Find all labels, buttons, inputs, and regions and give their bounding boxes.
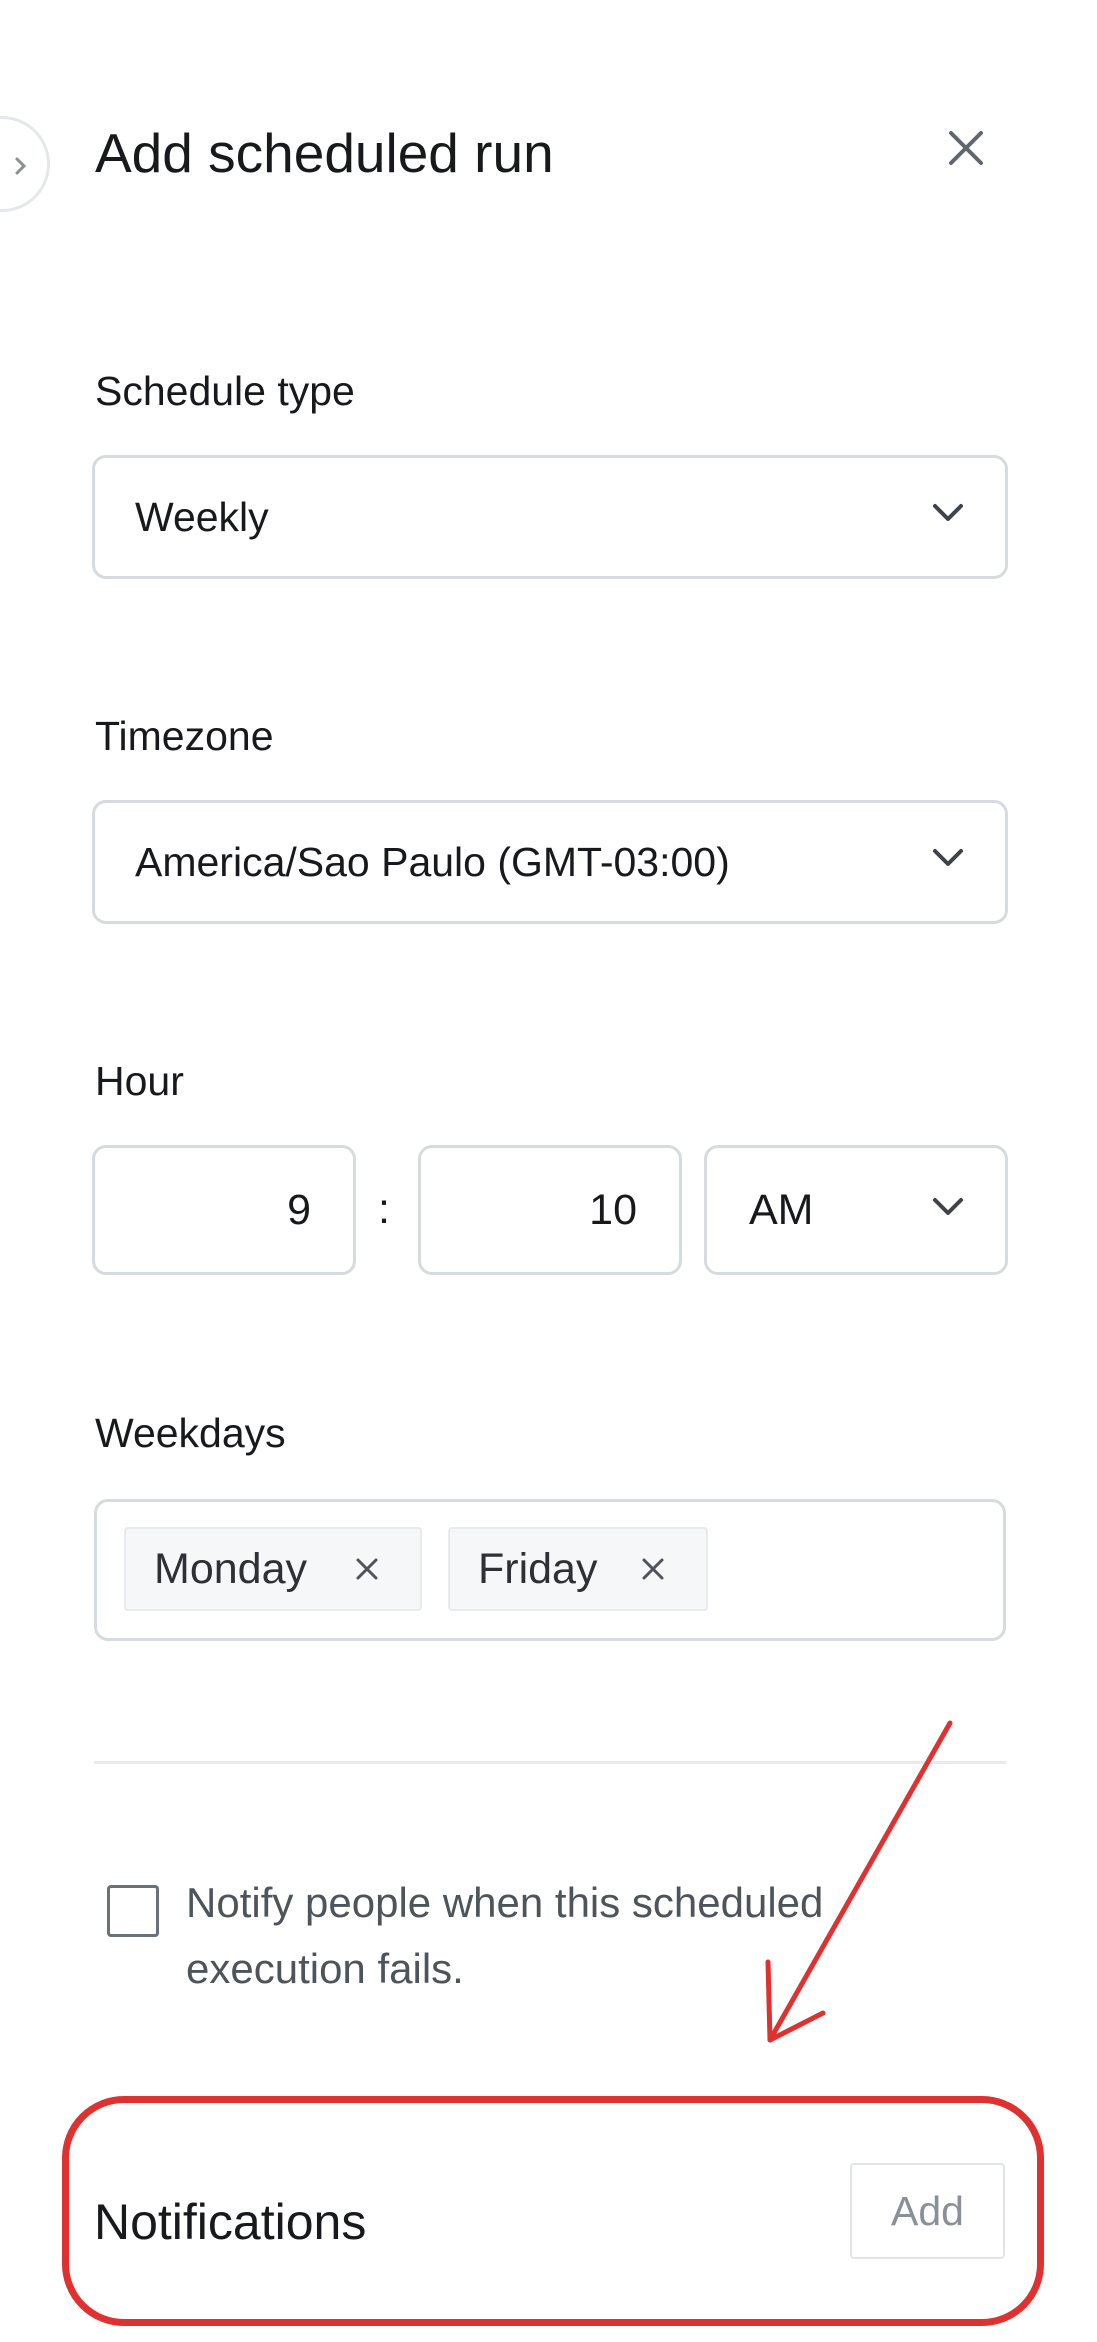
schedule-type-label: Schedule type bbox=[95, 368, 355, 414]
hour-label: Hour bbox=[95, 1058, 184, 1104]
chevron-down-icon bbox=[933, 849, 963, 866]
chevron-down-icon bbox=[933, 1198, 963, 1215]
close-button[interactable] bbox=[936, 118, 996, 178]
period-select[interactable]: AM bbox=[704, 1145, 1008, 1275]
weekdays-label: Weekdays bbox=[95, 1410, 286, 1456]
weekday-chip-monday: Monday bbox=[124, 1527, 422, 1611]
minute-value: 10 bbox=[589, 1186, 637, 1234]
timezone-select[interactable]: America/Sao Paulo (GMT-03:00) bbox=[92, 800, 1008, 924]
schedule-type-select[interactable]: Weekly bbox=[92, 455, 1008, 579]
minute-input[interactable]: 10 bbox=[418, 1145, 682, 1275]
timezone-value: America/Sao Paulo (GMT-03:00) bbox=[135, 839, 730, 885]
section-divider bbox=[94, 1761, 1006, 1764]
chip-label: Friday bbox=[478, 1545, 598, 1593]
period-value: AM bbox=[749, 1186, 814, 1234]
remove-chip-icon[interactable] bbox=[640, 1556, 666, 1582]
panel-title: Add scheduled run bbox=[95, 122, 554, 184]
notify-on-failure-label: Notify people when this scheduled execut… bbox=[186, 1879, 824, 1992]
schedule-type-value: Weekly bbox=[135, 494, 269, 540]
weekday-chip-friday: Friday bbox=[448, 1527, 708, 1611]
collapse-panel-button[interactable] bbox=[0, 116, 50, 212]
close-icon bbox=[949, 131, 983, 165]
hour-value: 9 bbox=[287, 1186, 311, 1234]
annotation-highlight-box bbox=[62, 2096, 1044, 2326]
notify-on-failure-checkbox[interactable] bbox=[107, 1885, 159, 1937]
chip-label: Monday bbox=[154, 1545, 307, 1593]
remove-chip-icon[interactable] bbox=[354, 1556, 380, 1582]
chevron-down-icon bbox=[933, 504, 963, 521]
hour-input[interactable]: 9 bbox=[92, 1145, 356, 1275]
time-separator: : bbox=[378, 1185, 390, 1233]
timezone-label: Timezone bbox=[95, 713, 274, 759]
chevron-right-icon bbox=[15, 157, 27, 175]
